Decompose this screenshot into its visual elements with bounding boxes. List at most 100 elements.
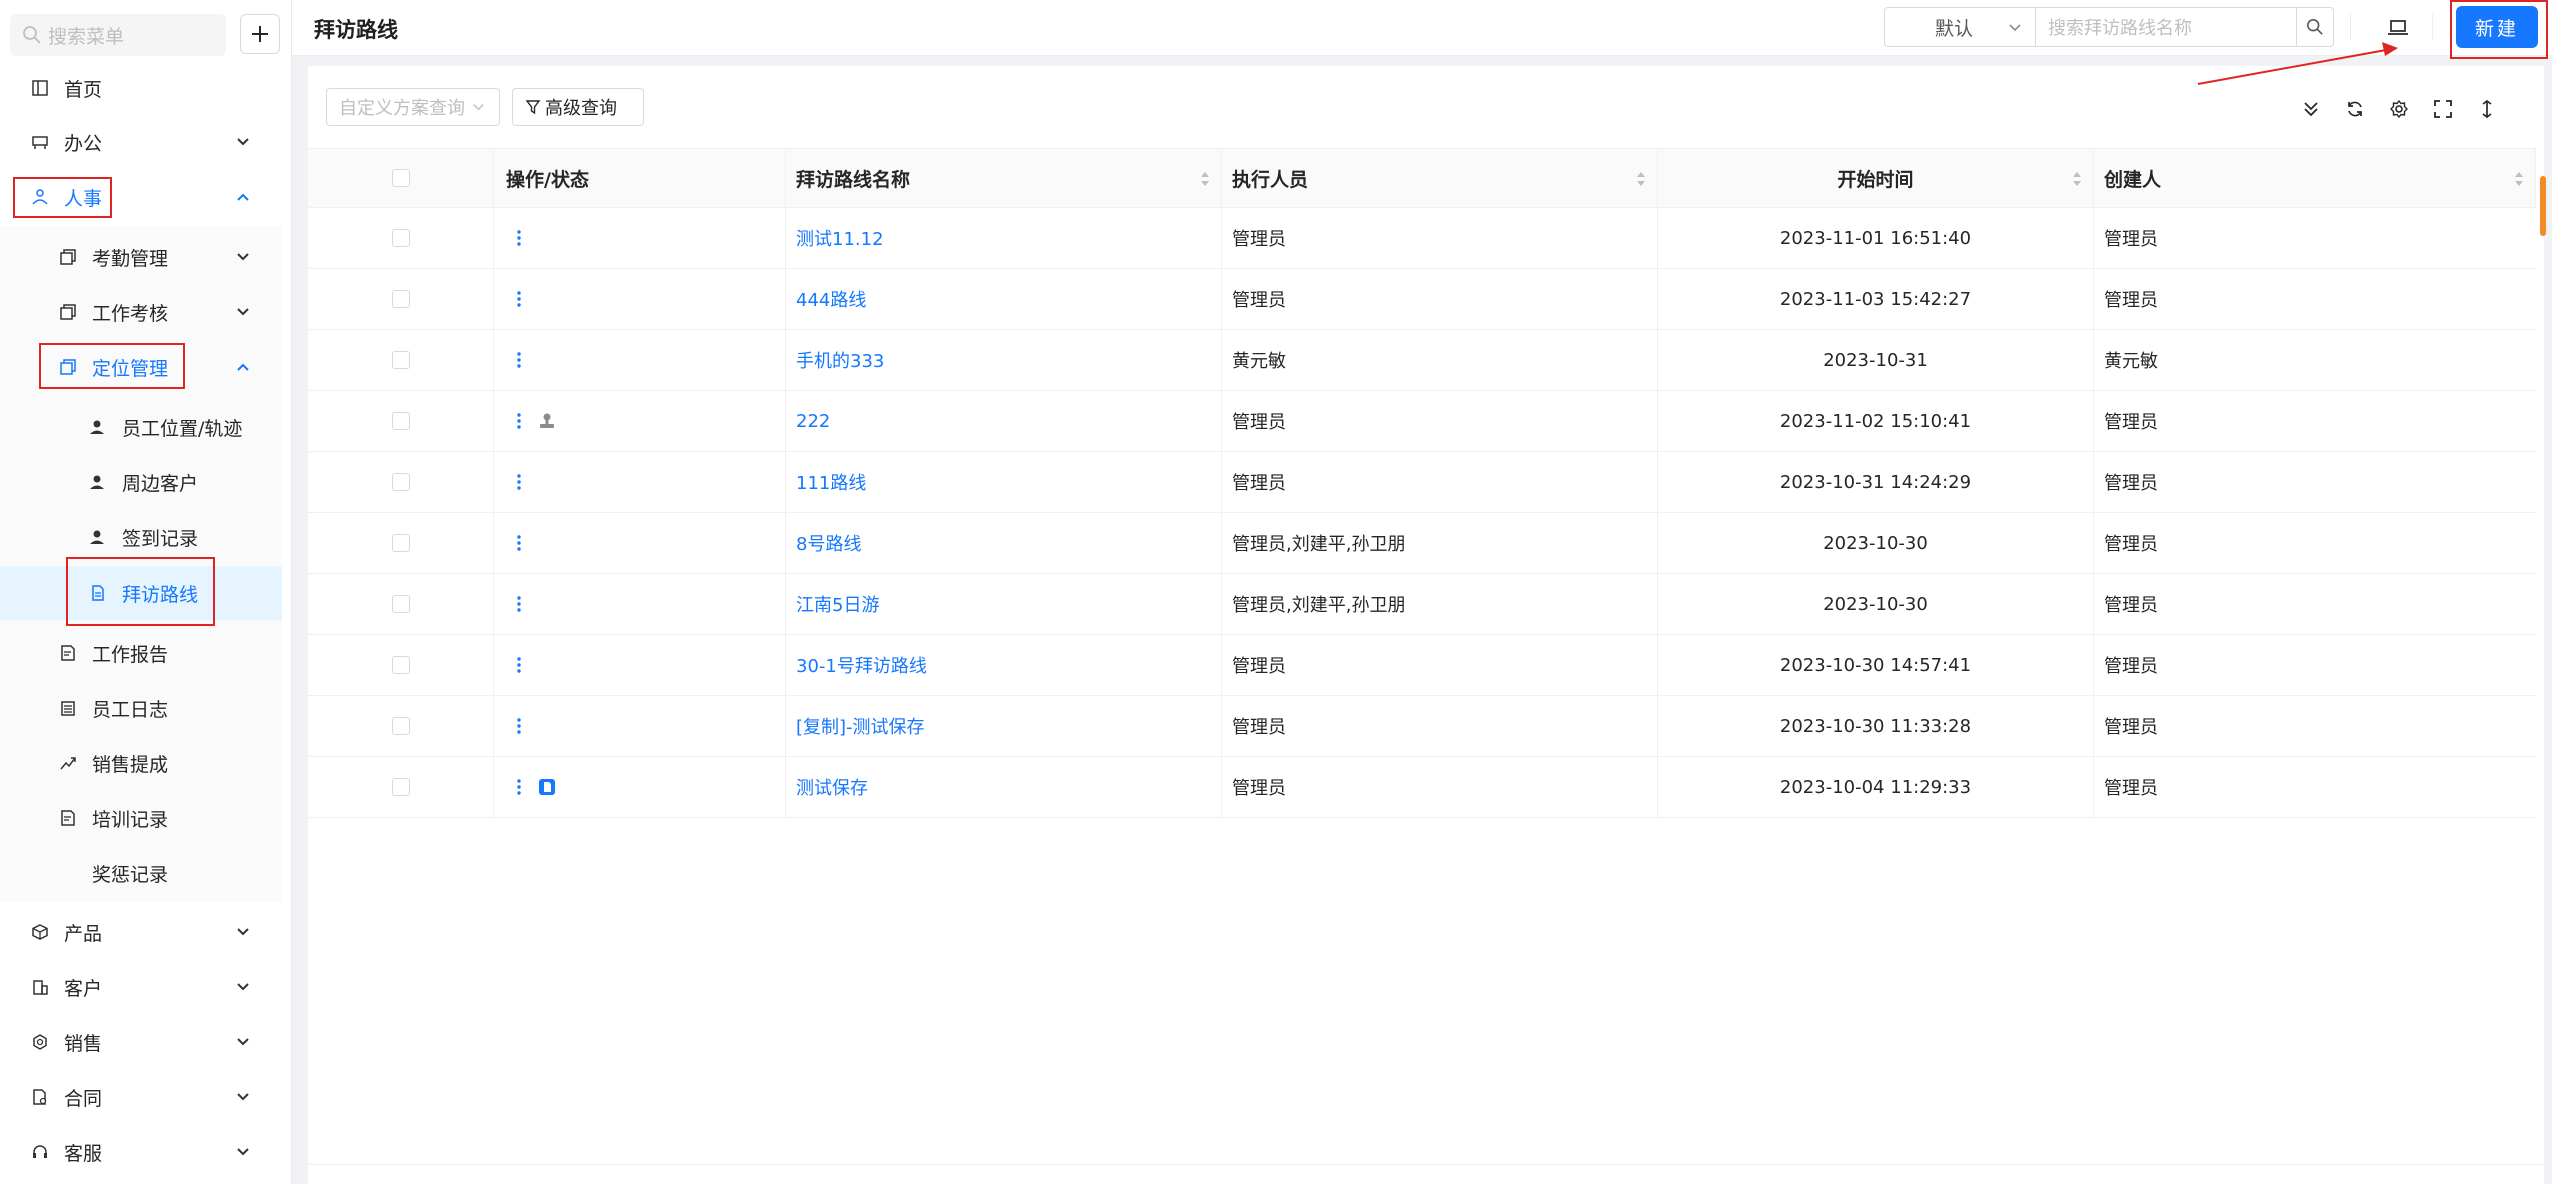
table-row[interactable]: [复制]-测试保存 管理员 2023-10-30 11:33:28 管理员 — [308, 696, 2536, 757]
row-actions — [494, 635, 786, 695]
table-row[interactable]: 测试保存 管理员 2023-10-04 11:29:33 管理员 — [308, 757, 2536, 818]
sidebar-item-product[interactable]: 产品 — [0, 905, 282, 959]
executor-text: 管理员 — [1232, 229, 1286, 250]
table-row[interactable]: 111路线 管理员 2023-10-31 14:24:29 管理员 — [308, 452, 2536, 513]
sidebar-item-emp-log[interactable]: 员工日志 — [0, 681, 282, 735]
route-name-link[interactable]: 测试保存 — [796, 774, 868, 800]
row-height-button[interactable] — [2476, 98, 2498, 120]
more-vertical-icon[interactable] — [516, 228, 522, 248]
more-vertical-icon[interactable] — [516, 350, 522, 370]
table-row[interactable]: 8号路线 管理员,刘建平,孙卫朋 2023-10-30 管理员 — [308, 513, 2536, 574]
select-all-checkbox[interactable] — [391, 169, 410, 187]
table-row[interactable]: 手机的333 黄元敏 2023-10-31 黄元敏 — [308, 330, 2536, 391]
route-name-link[interactable]: 手机的333 — [796, 347, 884, 373]
more-vertical-icon[interactable] — [516, 655, 522, 675]
sidebar-item-work-report[interactable]: 工作报告 — [0, 626, 282, 680]
collapse-all-button[interactable] — [2300, 98, 2322, 120]
row-checkbox[interactable] — [391, 290, 410, 308]
row-checkbox[interactable] — [391, 717, 410, 735]
col-time[interactable]: 开始时间 — [1658, 149, 2094, 207]
layout-toggle-button[interactable] — [2382, 12, 2414, 44]
add-menu-button[interactable] — [240, 14, 280, 54]
sidebar-item-label: 办公 — [64, 132, 103, 155]
sidebar-item-appraisal[interactable]: 工作考核 — [0, 285, 282, 339]
more-vertical-icon[interactable] — [516, 777, 522, 797]
more-vertical-icon[interactable] — [516, 472, 522, 492]
executor-text: 管理员 — [1232, 473, 1286, 494]
sidebar-item-label: 产品 — [64, 922, 103, 945]
row-checkbox[interactable] — [391, 595, 410, 613]
sort-icon[interactable] — [2071, 169, 2083, 189]
settings-button[interactable] — [2388, 98, 2410, 120]
refresh-button[interactable] — [2344, 98, 2366, 120]
sidebar-item-service[interactable]: 客服 — [0, 1125, 282, 1179]
row-checkbox[interactable] — [391, 473, 410, 491]
route-name-link[interactable]: 30-1号拜访路线 — [796, 652, 927, 678]
route-name-link[interactable]: 222 — [796, 411, 830, 432]
more-vertical-icon[interactable] — [516, 716, 522, 736]
table-header: 操作/状态 拜访路线名称 执行人员 开始时间 创建人 — [308, 148, 2536, 208]
view-select[interactable]: 默认 — [1884, 7, 2036, 47]
table-row[interactable]: 测试11.12 管理员 2023-11-01 16:51:40 管理员 — [308, 208, 2536, 269]
row-checkbox[interactable] — [391, 229, 410, 247]
menu-search-input[interactable]: 搜索菜单 — [10, 14, 226, 56]
chevron-down-icon — [237, 1148, 249, 1156]
sidebar-item-training[interactable]: 培训记录 — [0, 791, 282, 845]
chevron-down-icon — [237, 983, 249, 991]
sidebar-item-contract[interactable]: 合同 — [0, 1070, 282, 1124]
row-checkbox[interactable] — [391, 412, 410, 430]
route-name-link[interactable]: 444路线 — [796, 286, 866, 312]
refresh-icon — [2348, 101, 2362, 117]
row-checkbox[interactable] — [391, 351, 410, 369]
sidebar-item-office[interactable]: 办公 — [0, 115, 282, 169]
table-row[interactable]: 江南5日游 管理员,刘建平,孙卫朋 2023-10-30 管理员 — [308, 574, 2536, 635]
sidebar-item-reward[interactable]: 奖惩记录 — [0, 846, 282, 900]
creator-text: 管理员 — [2104, 534, 2158, 555]
sidebar-item-customer[interactable]: 客户 — [0, 960, 282, 1014]
table-row[interactable]: 30-1号拜访路线 管理员 2023-10-30 14:57:41 管理员 — [308, 635, 2536, 696]
more-vertical-icon[interactable] — [516, 411, 522, 431]
fullscreen-button[interactable] — [2432, 98, 2454, 120]
more-vertical-icon[interactable] — [516, 289, 522, 309]
more-vertical-icon[interactable] — [516, 533, 522, 553]
sort-icon[interactable] — [2513, 169, 2525, 189]
sidebar-item-sales[interactable]: 销售 — [0, 1015, 282, 1069]
row-checkbox[interactable] — [391, 534, 410, 552]
sidebar-item-checkin[interactable]: 签到记录 — [0, 510, 282, 564]
col-creator[interactable]: 创建人 — [2094, 149, 2536, 207]
sidebar-item-emp-position[interactable]: 员工位置/轨迹 — [0, 400, 282, 454]
table-body: 测试11.12 管理员 2023-11-01 16:51:40 管理员 444路线 管理员… — [308, 208, 2536, 818]
sort-icon[interactable] — [1199, 169, 1211, 189]
chevron-down-icon — [237, 1038, 249, 1046]
route-name-link[interactable]: 测试11.12 — [796, 225, 884, 251]
sidebar-item-label: 奖惩记录 — [92, 863, 169, 886]
col-time-label: 开始时间 — [1837, 168, 1914, 191]
start-time-text: 2023-11-02 15:10:41 — [1779, 410, 1972, 432]
row-checkbox[interactable] — [391, 778, 410, 796]
more-vertical-icon[interactable] — [516, 594, 522, 614]
user-pin-icon — [88, 527, 108, 547]
sidebar-item-label: 考勤管理 — [92, 247, 169, 270]
search-button[interactable] — [2296, 7, 2334, 47]
col-name[interactable]: 拜访路线名称 — [786, 149, 1222, 207]
sidebar-item-nearby[interactable]: 周边客户 — [0, 455, 282, 509]
sidebar-item-sales-commission[interactable]: 销售提成 — [0, 736, 282, 790]
route-search-input[interactable]: 搜索拜访路线名称 — [2035, 7, 2297, 47]
sort-icon[interactable] — [1635, 169, 1647, 189]
advanced-query-button[interactable]: 高级查询 — [512, 88, 644, 126]
route-name-link[interactable]: 8号路线 — [796, 530, 861, 556]
col-exec[interactable]: 执行人员 — [1222, 149, 1658, 207]
row-checkbox[interactable] — [391, 656, 410, 674]
custom-query-select[interactable]: 自定义方案查询 — [326, 88, 500, 126]
sidebar-item-label: 培训记录 — [92, 808, 169, 831]
sidebar-item-attendance[interactable]: 考勤管理 — [0, 230, 282, 284]
col-exec-label: 执行人员 — [1232, 168, 1309, 191]
table-row[interactable]: 222 管理员 2023-11-02 15:10:41 管理员 — [308, 391, 2536, 452]
scrollbar-thumb[interactable] — [2540, 176, 2546, 236]
route-name-link[interactable]: 111路线 — [796, 469, 866, 495]
creator-text: 管理员 — [2104, 412, 2158, 433]
table-row[interactable]: 444路线 管理员 2023-11-03 15:42:27 管理员 — [308, 269, 2536, 330]
sidebar-item-home[interactable]: 首页 — [0, 61, 282, 115]
route-name-link[interactable]: [复制]-测试保存 — [796, 713, 925, 739]
route-name-link[interactable]: 江南5日游 — [796, 591, 879, 617]
